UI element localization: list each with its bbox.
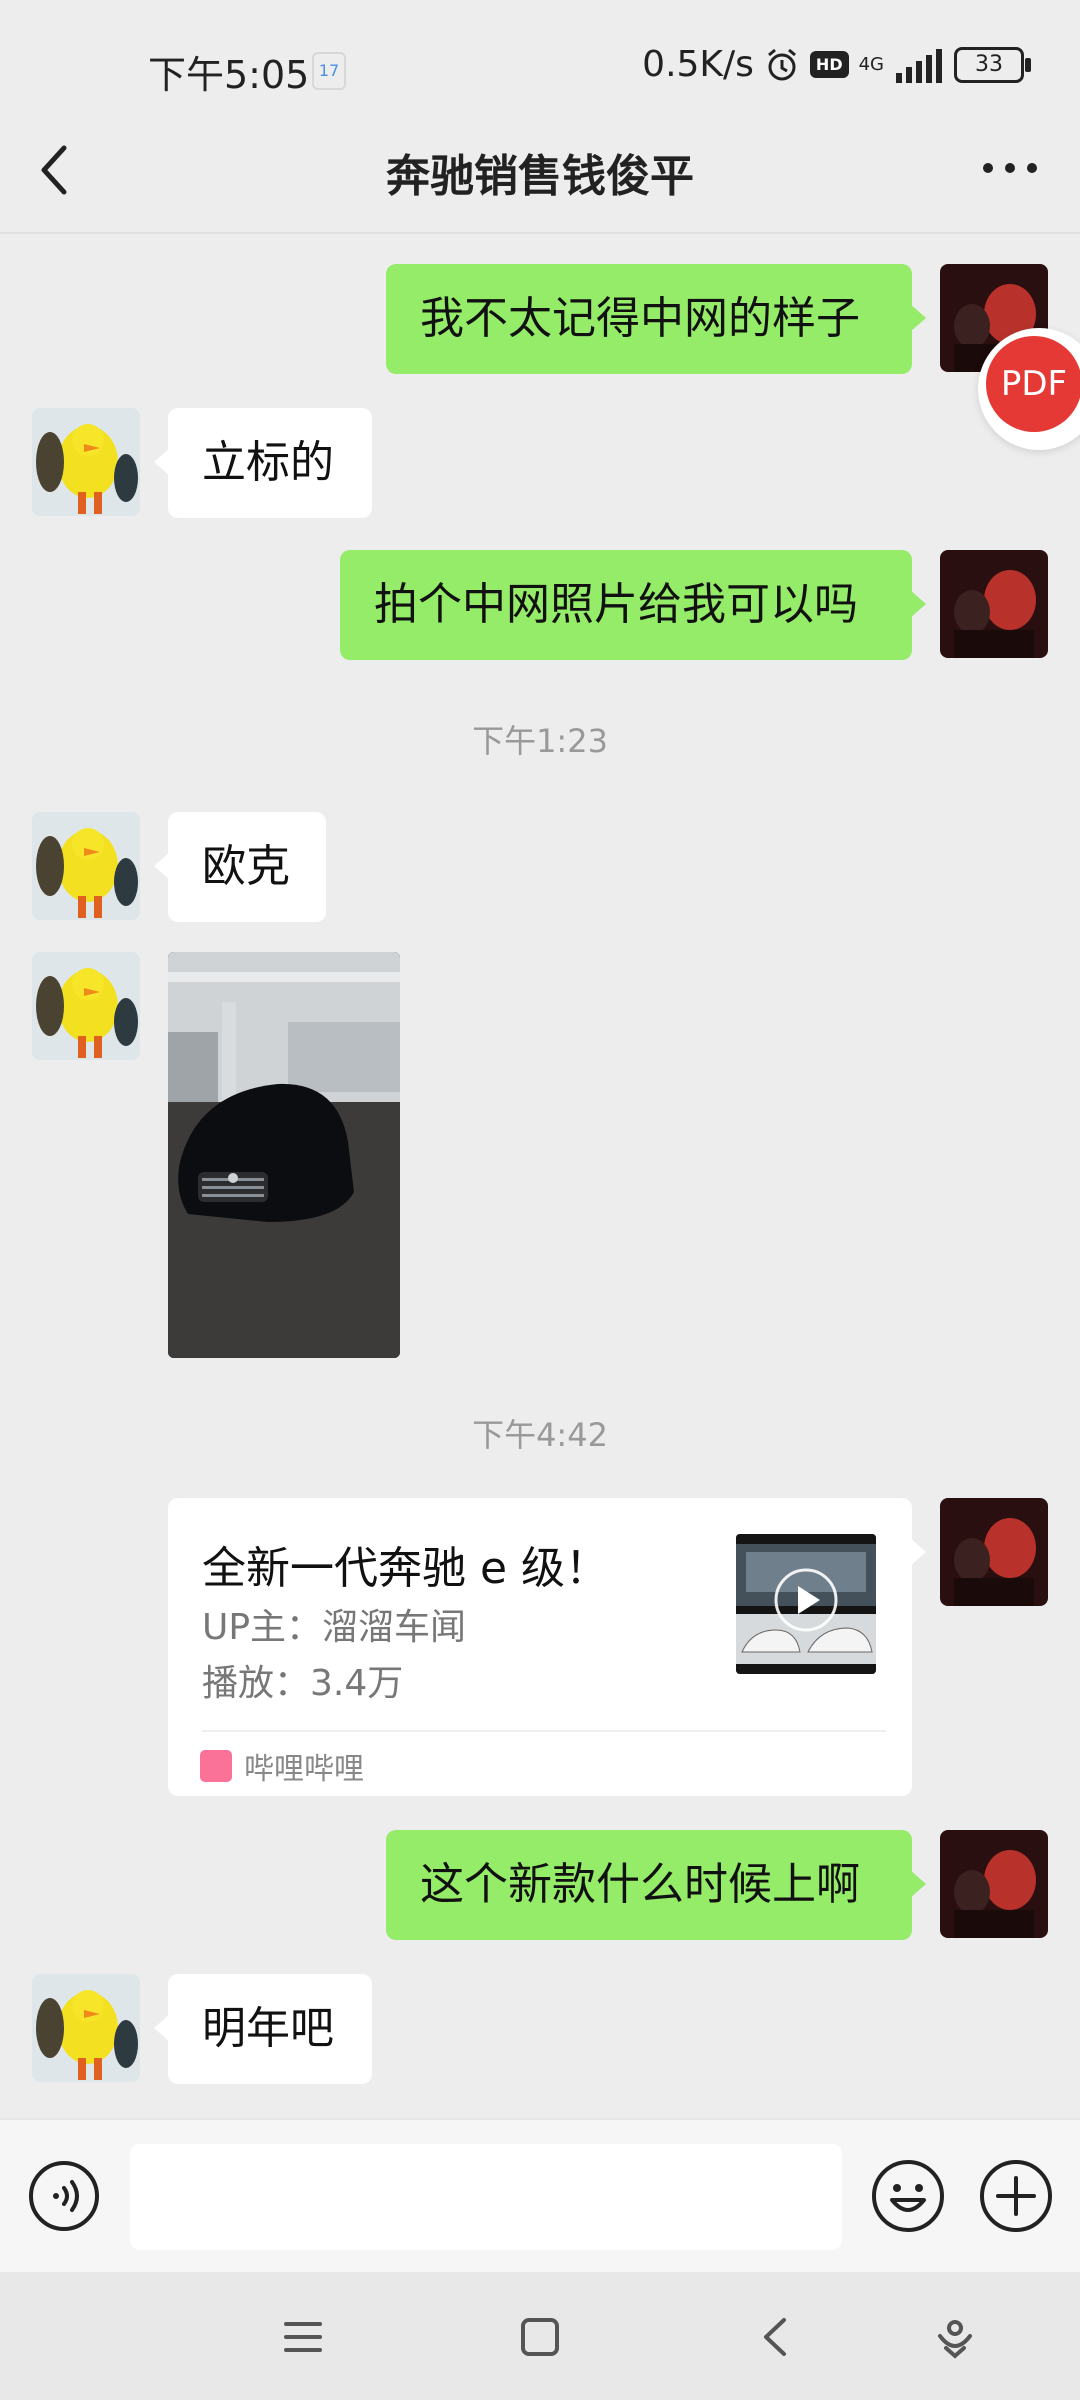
assistant-icon[interactable] bbox=[930, 2312, 980, 2362]
video-share-card[interactable]: 全新一代奔驰 e 级！ UP主：溜溜车闻 播放：3.4万 哔哩哔哩 bbox=[168, 1498, 926, 1796]
alarm-icon bbox=[767, 48, 796, 80]
chat-header: 奔驰销售钱俊平 bbox=[0, 110, 1080, 230]
time-separator: 下午4:42 bbox=[472, 1416, 608, 1454]
car-photo-message[interactable] bbox=[168, 952, 400, 1358]
card-thumbnail bbox=[736, 1534, 876, 1674]
plus-icon[interactable] bbox=[978, 2158, 1054, 2234]
bilibili-logo-icon bbox=[200, 1750, 232, 1782]
calendar-icon: 17 bbox=[312, 52, 346, 90]
header-divider bbox=[0, 232, 1080, 234]
more-options-icon[interactable] bbox=[980, 158, 1040, 178]
message-bubble-received[interactable]: 明年吧 bbox=[154, 1974, 372, 2084]
avatar-self[interactable] bbox=[940, 1498, 1048, 1606]
message-bubble-sent[interactable]: 这个新款什么时候上啊 bbox=[386, 1830, 926, 1940]
card-uploader: UP主：溜溜车闻 bbox=[202, 1607, 467, 1648]
card-play-count: 播放：3.4万 bbox=[202, 1663, 404, 1704]
network-type: 4G bbox=[858, 54, 884, 75]
card-divider bbox=[202, 1730, 886, 1732]
avatar-self[interactable] bbox=[940, 1830, 1048, 1938]
status-right: 0.5K/s HD 4G 33 bbox=[642, 44, 1031, 85]
hd-badge: HD bbox=[809, 51, 849, 78]
avatar-contact[interactable] bbox=[32, 1974, 140, 2082]
card-title: 全新一代奔驰 e 级！ bbox=[202, 1543, 610, 1594]
back-icon[interactable] bbox=[752, 2312, 802, 2362]
card-source: 哔哩哔哩 bbox=[200, 1744, 364, 1788]
message-bubble-sent[interactable]: 拍个中网照片给我可以吗 bbox=[340, 550, 926, 660]
message-bubble-received[interactable]: 欧克 bbox=[154, 812, 326, 922]
avatar-contact[interactable] bbox=[32, 812, 140, 920]
chat-title: 奔驰销售钱俊平 bbox=[386, 151, 694, 202]
pdf-label: PDF bbox=[986, 336, 1080, 432]
card-source-label: 哔哩哔哩 bbox=[244, 1752, 364, 1787]
avatar-contact[interactable] bbox=[32, 952, 140, 1060]
home-icon[interactable] bbox=[515, 2312, 565, 2362]
avatar-contact[interactable] bbox=[32, 408, 140, 516]
status-time: 下午5:05 bbox=[148, 53, 310, 97]
signal-icon bbox=[896, 48, 942, 83]
battery-icon: 33 bbox=[954, 46, 1031, 83]
avatar-self[interactable] bbox=[940, 550, 1048, 658]
voice-input-icon[interactable] bbox=[28, 2160, 100, 2232]
system-nav-bar bbox=[0, 2272, 1080, 2400]
message-bubble-sent[interactable]: 我不太记得中网的样子 bbox=[386, 264, 926, 374]
menu-icon[interactable] bbox=[278, 2312, 328, 2362]
network-speed: 0.5K/s bbox=[642, 44, 754, 85]
time-separator: 下午1:23 bbox=[472, 722, 608, 760]
input-bar bbox=[0, 2118, 1080, 2272]
message-bubble-received[interactable]: 立标的 bbox=[154, 408, 372, 518]
message-input[interactable] bbox=[130, 2144, 842, 2250]
emoji-icon[interactable] bbox=[870, 2158, 946, 2234]
